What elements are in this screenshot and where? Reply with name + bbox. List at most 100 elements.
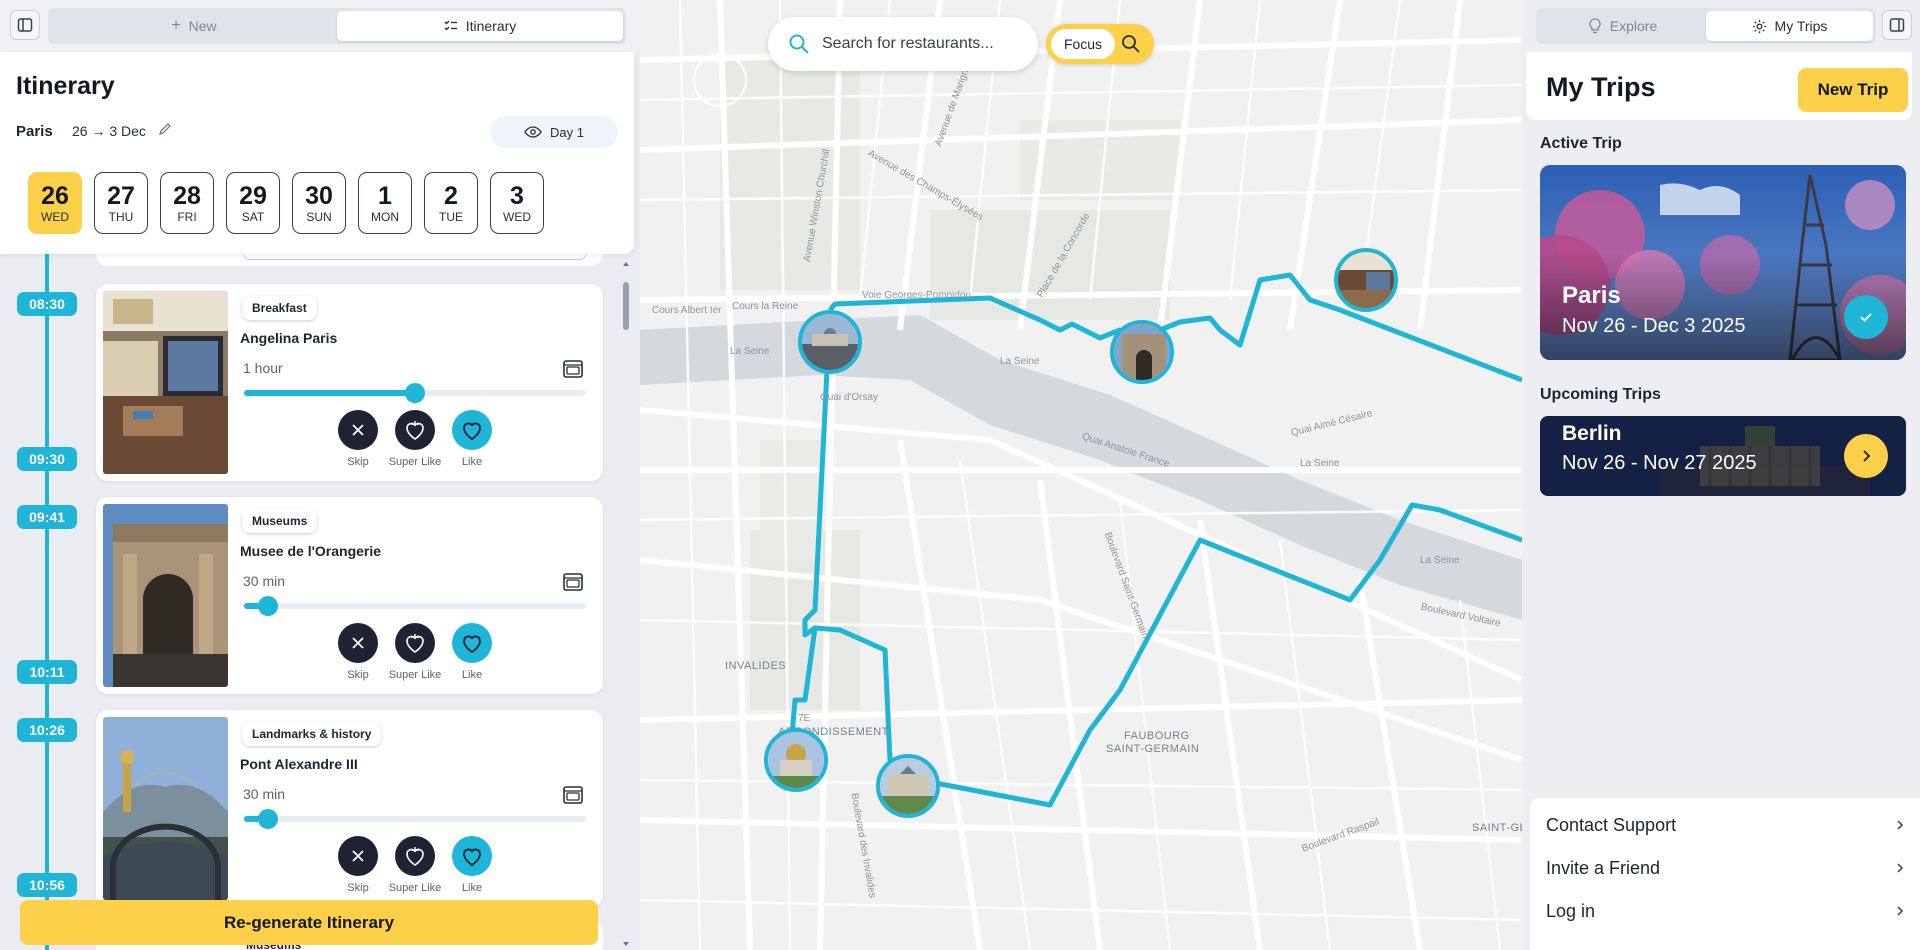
map-label-seine: La Seine (1000, 356, 1040, 367)
timeline-line (45, 250, 49, 950)
activity-card[interactable]: Landmarks & history Pont Alexandre III 3… (96, 710, 603, 907)
trip-dates: Nov 26 - Nov 27 2025 (1562, 452, 1757, 474)
link-label: Contact Support (1546, 814, 1677, 835)
toggle-sidebar-button[interactable] (10, 10, 40, 40)
edit-dates-button[interactable] (158, 122, 172, 141)
ticket-icon[interactable] (562, 358, 584, 385)
activity-duration: 30 min (243, 573, 286, 589)
like-label: Like (461, 456, 483, 468)
active-trip-check[interactable] (1844, 295, 1888, 339)
gear-icon (1752, 19, 1766, 33)
active-trip-card[interactable]: Paris Nov 26 - Dec 3 2025 (1540, 165, 1906, 360)
tab-itinerary[interactable]: Itinerary (337, 11, 623, 41)
regenerate-itinerary-button[interactable]: Re-generate Itinerary (20, 900, 598, 945)
map-stop-marker[interactable] (1110, 320, 1174, 384)
trip-name: Paris (1562, 282, 1621, 309)
date-chip[interactable]: 29 SAT (226, 172, 280, 234)
date-chip[interactable]: 26 WED (28, 172, 82, 234)
duration-slider[interactable] (244, 596, 586, 616)
date-chip[interactable]: 30 SUN (292, 172, 346, 234)
map-stop-marker[interactable] (876, 754, 940, 818)
my-trips-header: My Trips New Trip (1526, 52, 1912, 120)
close-icon (352, 637, 364, 649)
activity-category-tag: Breakfast (242, 296, 317, 320)
new-trip-button[interactable]: New Trip (1798, 68, 1908, 112)
map-label-cours-albert: Cours Albert Ier (652, 305, 722, 316)
date-number: 29 (239, 181, 267, 210)
map-stop-marker[interactable] (764, 728, 828, 792)
check-icon (1860, 313, 1872, 322)
contact-support-link[interactable]: Contact Support (1546, 810, 1906, 840)
open-trip-button[interactable] (1844, 434, 1888, 478)
super-like-button[interactable] (395, 623, 435, 663)
duration-slider-knob[interactable] (405, 383, 425, 403)
invite-friend-link[interactable]: Invite a Friend (1546, 853, 1906, 883)
date-weekday: WED (41, 209, 69, 224)
like-label: Like (461, 669, 483, 681)
skip-button[interactable] (338, 836, 378, 876)
skip-button[interactable] (338, 410, 378, 450)
date-number: 1 (378, 181, 392, 210)
toggle-right-sidebar-button[interactable] (1882, 10, 1912, 40)
super-like-button[interactable] (395, 836, 435, 876)
itinerary-scrollbar[interactable] (622, 260, 630, 950)
map-stop-marker[interactable] (1334, 248, 1398, 312)
super-like-button[interactable] (395, 410, 435, 450)
like-button[interactable] (452, 410, 492, 450)
scroll-down-icon[interactable] (622, 940, 630, 948)
date-chip[interactable]: 2 TUE (424, 172, 478, 234)
day-view-toggle[interactable]: Day 1 (490, 116, 618, 148)
activity-name: Angelina Paris (240, 330, 338, 346)
tab-my-trips[interactable]: My Trips (1706, 11, 1873, 41)
like-button[interactable] (452, 623, 492, 663)
focus-toggle[interactable]: Focus (1046, 24, 1154, 64)
tab-new[interactable]: + New (51, 11, 337, 41)
activity-card[interactable]: Breakfast Angelina Paris 1 hour Skip Sup… (96, 284, 603, 481)
tab-explore-label: Explore (1609, 18, 1658, 34)
heart-icon (463, 848, 481, 867)
map-view[interactable]: INVALIDES 7E ARRONDISSEMENT FAUBOURG SAI… (640, 0, 1522, 950)
time-badge: 10:26 (17, 718, 77, 742)
date-chip[interactable]: 1 MON (358, 172, 412, 234)
map-label-saint-germain: SAINT-GERMAIN (1106, 743, 1200, 755)
date-weekday: THU (108, 209, 134, 224)
sidebar-icon (1889, 18, 1905, 32)
page-title: My Trips (1546, 72, 1656, 102)
skip-button[interactable] (338, 623, 378, 663)
activity-category-tag: Landmarks & history (242, 722, 382, 746)
map-label-seine: La Seine (1300, 458, 1340, 469)
plus-icon: + (171, 17, 181, 34)
date-chip[interactable]: 28 FRI (160, 172, 214, 234)
scroll-thumb[interactable] (623, 282, 629, 330)
duration-slider[interactable] (244, 383, 586, 403)
like-button[interactable] (452, 836, 492, 876)
trip-name: Berlin (1562, 422, 1622, 445)
close-icon (352, 424, 364, 436)
date-chip[interactable]: 3 WED (490, 172, 544, 234)
account-links: Contact Support Invite a Friend Log in (1530, 798, 1920, 950)
day-pill-label: Day 1 (550, 124, 584, 140)
activity-name: Musee de l'Orangerie (240, 543, 382, 559)
duration-slider-knob[interactable] (257, 596, 278, 616)
search-icon (1122, 35, 1140, 53)
sidebar-icon (17, 18, 33, 32)
focus-label: Focus (1051, 29, 1115, 59)
ticket-icon[interactable] (562, 784, 584, 811)
login-link[interactable]: Log in (1546, 896, 1906, 926)
date-chip[interactable]: 27 THU (94, 172, 148, 234)
date-weekday: TUE (439, 209, 463, 224)
map-search-box[interactable]: Search for restaurants... (768, 17, 1038, 71)
upcoming-trip-card[interactable]: Berlin Nov 26 - Nov 27 2025 (1540, 416, 1906, 496)
scroll-up-icon[interactable] (622, 260, 630, 268)
time-badge: 10:56 (17, 873, 77, 897)
map-label-invalides: INVALIDES (725, 660, 787, 672)
duration-slider[interactable] (244, 809, 586, 829)
map-stop-marker[interactable] (798, 310, 862, 374)
trip-date-range: 26 → 3 Dec (72, 123, 146, 139)
super-heart-icon (406, 847, 424, 866)
left-mode-tabs: + New Itinerary (48, 8, 626, 44)
activity-card[interactable]: Museums Musee de l'Orangerie 30 min Skip… (96, 497, 603, 694)
ticket-icon[interactable] (562, 571, 584, 598)
tab-explore[interactable]: Explore (1539, 11, 1706, 41)
duration-slider-knob[interactable] (257, 809, 278, 829)
